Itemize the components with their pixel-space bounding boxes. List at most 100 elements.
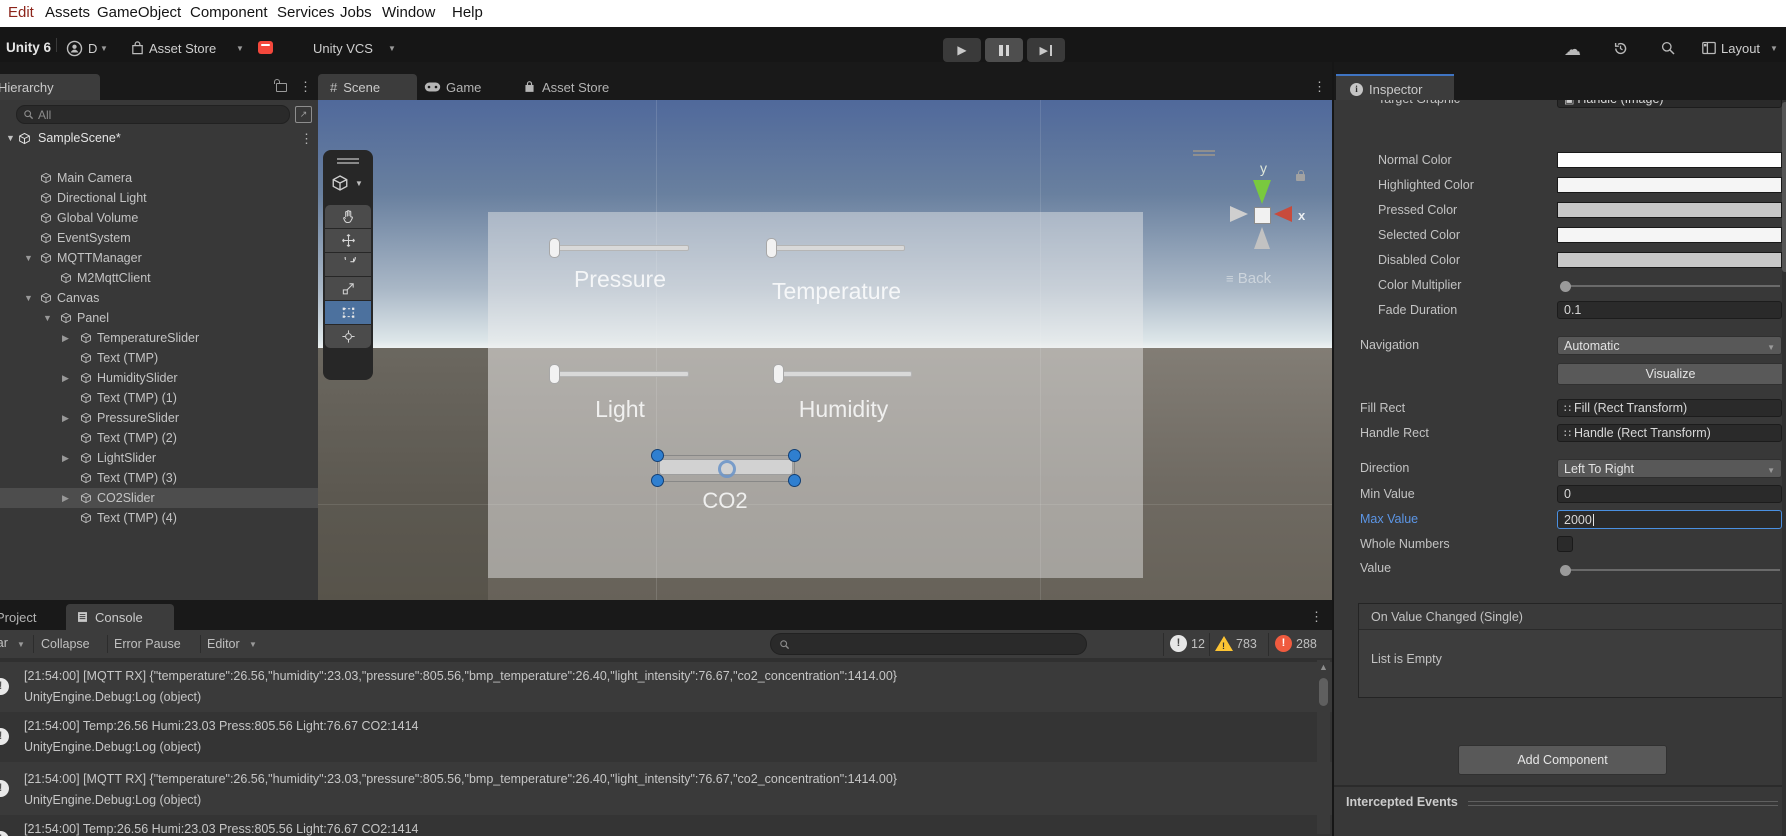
min-value-field[interactable]: 0 [1557, 485, 1782, 503]
tree-row-m2mqttclient[interactable]: M2MqttClient [0, 268, 318, 288]
pressure-slider[interactable] [553, 245, 689, 251]
tools-drag-handle[interactable] [337, 158, 359, 160]
tool-context-dropdown[interactable] [331, 174, 349, 192]
tree-row-temperatureslider[interactable]: ▶TemperatureSlider [0, 328, 318, 348]
max-value-field[interactable]: 2000 [1557, 510, 1782, 529]
axis-neg-x-cone-icon[interactable] [1230, 206, 1248, 222]
foldout-right-icon[interactable]: ▶ [62, 373, 69, 384]
log-count-icon[interactable]: ! [1170, 635, 1187, 652]
console-menu-icon[interactable]: ⋮ [1310, 609, 1323, 625]
tree-row-directional-light[interactable]: Directional Light [0, 188, 318, 208]
temperature-slider[interactable] [770, 245, 905, 251]
console-scrollbar[interactable]: ▲ [1317, 660, 1330, 834]
scene-panel-menu-icon[interactable]: ⋮ [1313, 79, 1326, 95]
tab-game[interactable]: Game [424, 74, 481, 100]
tab-inspector[interactable]: i Inspector [1336, 76, 1454, 102]
history-icon[interactable] [1612, 40, 1629, 57]
transform-tool-button[interactable] [325, 325, 371, 348]
asset-store-button[interactable]: Asset Store [149, 41, 216, 56]
scene-viewport[interactable]: Pressure Temperature Light Humidity CO2 … [318, 100, 1332, 600]
foldout-right-icon[interactable]: ▶ [62, 453, 69, 464]
tree-row-lightslider[interactable]: ▶LightSlider [0, 448, 318, 468]
log-entry[interactable]: ! [21:54:00] [MQTT RX] {"temperature":26… [0, 662, 1332, 712]
color-multiplier-slider[interactable] [1566, 285, 1780, 287]
handle-rect-field[interactable]: ∷Handle (Rect Transform) [1557, 424, 1782, 442]
scene-root-menu-icon[interactable]: ⋮ [300, 131, 313, 147]
menu-gameobject[interactable]: GameObject [97, 4, 181, 21]
unity-vcs-button[interactable]: Unity VCS [313, 41, 373, 56]
tree-row-humidityslider[interactable]: ▶HumiditySlider [0, 368, 318, 388]
log-count[interactable]: 12 [1191, 637, 1205, 651]
tab-hierarchy[interactable]: Hierarchy [0, 74, 100, 100]
fill-rect-field[interactable]: ∷Fill (Rect Transform) [1557, 399, 1782, 417]
layout-button[interactable]: Layout [1721, 41, 1760, 56]
selected-color-swatch[interactable] [1557, 227, 1782, 243]
co2-gizmo-handle-tr[interactable] [788, 449, 801, 462]
log-entry[interactable]: ! [21:54:00] Temp:26.56 Humi:23.03 Press… [0, 815, 1332, 836]
foldout-right-icon[interactable]: ▶ [62, 493, 69, 504]
tab-project[interactable]: Project [0, 604, 76, 630]
disabled-color-swatch[interactable] [1557, 252, 1782, 268]
pressure-slider-handle[interactable] [549, 238, 560, 258]
play-button[interactable]: ▶ [943, 38, 981, 62]
co2-gizmo-handle-bl[interactable] [651, 474, 664, 487]
log-entry[interactable]: ! [21:54:00] [MQTT RX] {"temperature":26… [0, 762, 1332, 815]
temperature-slider-handle[interactable] [766, 238, 777, 258]
whole-numbers-checkbox[interactable] [1557, 536, 1573, 552]
visualize-button[interactable]: Visualize [1557, 363, 1784, 385]
menu-edit[interactable]: Edit [8, 4, 34, 21]
pressed-color-swatch[interactable] [1557, 202, 1782, 218]
unlock-icon[interactable] [276, 83, 287, 92]
hierarchy-search-input[interactable]: All [16, 105, 290, 124]
account-menu[interactable]: D [88, 41, 97, 56]
foldout-right-icon[interactable]: ▶ [62, 333, 69, 344]
clear-button[interactable]: Clear [0, 636, 10, 650]
console-log-area[interactable]: ! [21:54:00] [MQTT RX] {"temperature":26… [0, 658, 1332, 836]
direction-dropdown[interactable]: Left To Right ▼ [1557, 459, 1782, 478]
account-icon[interactable] [66, 40, 83, 57]
menu-assets[interactable]: Assets [45, 4, 90, 21]
cloud-icon[interactable]: ☁ [1564, 40, 1581, 60]
editor-dropdown[interactable]: Editor [207, 637, 240, 651]
co2-pivot-gizmo[interactable] [718, 460, 736, 478]
foldout-down-icon[interactable]: ▼ [43, 313, 52, 323]
error-count-icon[interactable]: ! [1275, 635, 1292, 652]
tab-asset-store[interactable]: Asset Store [523, 74, 609, 100]
menu-services[interactable]: Services [277, 4, 335, 21]
menu-jobs[interactable]: Jobs [340, 4, 372, 21]
inspector-scrollbar[interactable] [1782, 100, 1786, 836]
tree-row-scene-root[interactable]: ▼ SampleScene* ⋮ [0, 128, 318, 148]
hand-tool-button[interactable] [325, 205, 371, 228]
navigation-dropdown[interactable]: Automatic ▼ [1557, 336, 1782, 355]
tree-row-text-tmp-4-[interactable]: Text (TMP) (4) [0, 508, 318, 528]
tree-row-co2slider[interactable]: ▶CO2Slider [0, 488, 318, 508]
tree-row-text-tmp-2-[interactable]: Text (TMP) (2) [0, 428, 318, 448]
gizmo-back-button[interactable]: ≡ Back [1226, 270, 1271, 287]
vcs-incoming-icon[interactable] [258, 41, 273, 54]
humidity-slider-handle[interactable] [773, 364, 784, 384]
target-graphic-value[interactable]: Handle (Image) [1577, 100, 1663, 106]
tab-scene[interactable]: # Scene [318, 74, 417, 100]
intercepted-events-header[interactable]: Intercepted Events [1346, 795, 1458, 809]
axis-neg-y-cone-icon[interactable] [1254, 227, 1270, 249]
axis-x-label[interactable]: x [1298, 208, 1305, 223]
error-pause-button[interactable]: Error Pause [114, 637, 181, 651]
rect-tool-button[interactable] [325, 301, 371, 324]
co2-gizmo-handle-tl[interactable] [651, 449, 664, 462]
scrollbar-thumb[interactable] [1319, 678, 1328, 706]
co2-gizmo-handle-br[interactable] [788, 474, 801, 487]
tree-row-global-volume[interactable]: Global Volume [0, 208, 318, 228]
tree-row-panel[interactable]: ▼Panel [0, 308, 318, 328]
clear-caret-icon[interactable]: ▼ [17, 640, 25, 649]
log-entry[interactable]: ! [21:54:00] Temp:26.56 Humi:23.03 Press… [0, 712, 1332, 762]
normal-color-swatch[interactable] [1557, 152, 1782, 168]
color-multiplier-slider-handle[interactable] [1560, 281, 1571, 292]
fade-duration-field[interactable]: 0.1 [1557, 301, 1782, 319]
tree-row-eventsystem[interactable]: EventSystem [0, 228, 318, 248]
scrollbar-up-icon[interactable]: ▲ [1317, 660, 1330, 674]
tree-row-text-tmp-1-[interactable]: Text (TMP) (1) [0, 388, 318, 408]
highlighted-color-swatch[interactable] [1557, 177, 1782, 193]
pause-button[interactable] [985, 38, 1023, 62]
tree-row-canvas[interactable]: ▼Canvas [0, 288, 318, 308]
foldout-down-icon[interactable]: ▼ [24, 253, 33, 263]
